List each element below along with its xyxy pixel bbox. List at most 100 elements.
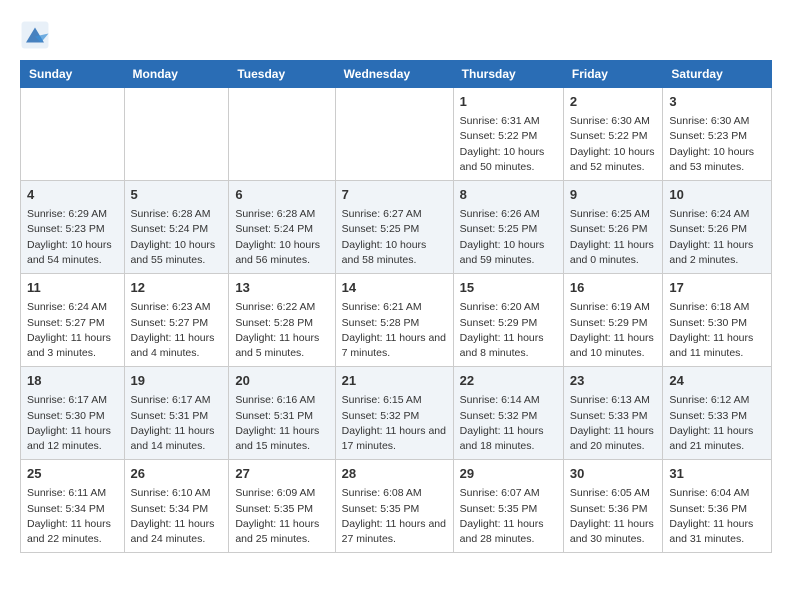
day-cell: 26 Sunrise: 6:10 AMSunset: 5:34 PMDayligh… bbox=[124, 460, 229, 553]
day-number: 21 bbox=[342, 372, 447, 390]
day-info: Sunrise: 6:18 AMSunset: 5:30 PMDaylight:… bbox=[669, 300, 765, 361]
day-cell: 19 Sunrise: 6:17 AMSunset: 5:31 PMDayligh… bbox=[124, 367, 229, 460]
day-cell: 24 Sunrise: 6:12 AMSunset: 5:33 PMDayligh… bbox=[663, 367, 772, 460]
day-info: Sunrise: 6:21 AMSunset: 5:28 PMDaylight:… bbox=[342, 300, 447, 361]
day-number: 6 bbox=[235, 186, 328, 204]
day-cell: 17 Sunrise: 6:18 AMSunset: 5:30 PMDayligh… bbox=[663, 274, 772, 367]
page-header bbox=[20, 20, 772, 50]
day-cell: 14 Sunrise: 6:21 AMSunset: 5:28 PMDayligh… bbox=[335, 274, 453, 367]
day-number: 16 bbox=[570, 279, 657, 297]
day-number: 13 bbox=[235, 279, 328, 297]
day-info: Sunrise: 6:09 AMSunset: 5:35 PMDaylight:… bbox=[235, 486, 328, 547]
logo-icon bbox=[20, 20, 50, 50]
day-cell: 12 Sunrise: 6:23 AMSunset: 5:27 PMDayligh… bbox=[124, 274, 229, 367]
day-info: Sunrise: 6:16 AMSunset: 5:31 PMDaylight:… bbox=[235, 393, 328, 454]
day-number: 2 bbox=[570, 93, 657, 111]
day-info: Sunrise: 6:04 AMSunset: 5:36 PMDaylight:… bbox=[669, 486, 765, 547]
day-number: 11 bbox=[27, 279, 118, 297]
day-number: 17 bbox=[669, 279, 765, 297]
day-number: 1 bbox=[460, 93, 557, 111]
day-cell: 31 Sunrise: 6:04 AMSunset: 5:36 PMDayligh… bbox=[663, 460, 772, 553]
day-number: 26 bbox=[131, 465, 223, 483]
day-number: 22 bbox=[460, 372, 557, 390]
week-row-1: 1 Sunrise: 6:31 AMSunset: 5:22 PMDaylight… bbox=[21, 88, 772, 181]
col-header-saturday: Saturday bbox=[663, 61, 772, 88]
day-cell: 29Sunrise: 6:07 AMSunset: 5:35 PMDayligh… bbox=[453, 460, 563, 553]
day-cell: 27 Sunrise: 6:09 AMSunset: 5:35 PMDayligh… bbox=[229, 460, 335, 553]
day-number: 24 bbox=[669, 372, 765, 390]
day-number: 9 bbox=[570, 186, 657, 204]
day-number: 25 bbox=[27, 465, 118, 483]
day-cell: 30 Sunrise: 6:05 AMSunset: 5:36 PMDayligh… bbox=[563, 460, 663, 553]
day-info: Sunrise: 6:12 AMSunset: 5:33 PMDaylight:… bbox=[669, 393, 765, 454]
day-cell: 23Sunrise: 6:13 AMSunset: 5:33 PMDayligh… bbox=[563, 367, 663, 460]
day-info: Sunrise: 6:26 AMSunset: 5:25 PMDaylight:… bbox=[460, 207, 557, 268]
day-number: 3 bbox=[669, 93, 765, 111]
day-number: 7 bbox=[342, 186, 447, 204]
logo bbox=[20, 20, 54, 50]
col-header-tuesday: Tuesday bbox=[229, 61, 335, 88]
day-number: 23 bbox=[570, 372, 657, 390]
day-cell: 21Sunrise: 6:15 AMSunset: 5:32 PMDayligh… bbox=[335, 367, 453, 460]
day-number: 20 bbox=[235, 372, 328, 390]
calendar-table: SundayMondayTuesdayWednesdayThursdayFrid… bbox=[20, 60, 772, 553]
day-info: Sunrise: 6:24 AMSunset: 5:26 PMDaylight:… bbox=[669, 207, 765, 268]
day-cell: 10 Sunrise: 6:24 AMSunset: 5:26 PMDayligh… bbox=[663, 181, 772, 274]
day-number: 31 bbox=[669, 465, 765, 483]
day-cell bbox=[21, 88, 125, 181]
day-info: Sunrise: 6:31 AMSunset: 5:22 PMDaylight:… bbox=[460, 114, 557, 175]
day-number: 15 bbox=[460, 279, 557, 297]
day-cell: 1 Sunrise: 6:31 AMSunset: 5:22 PMDaylight… bbox=[453, 88, 563, 181]
day-cell bbox=[124, 88, 229, 181]
day-number: 30 bbox=[570, 465, 657, 483]
week-row-5: 25 Sunrise: 6:11 AMSunset: 5:34 PMDayligh… bbox=[21, 460, 772, 553]
day-number: 19 bbox=[131, 372, 223, 390]
day-cell: 4 Sunrise: 6:29 AMSunset: 5:23 PMDaylight… bbox=[21, 181, 125, 274]
day-cell: 15Sunrise: 6:20 AMSunset: 5:29 PMDayligh… bbox=[453, 274, 563, 367]
col-header-friday: Friday bbox=[563, 61, 663, 88]
day-info: Sunrise: 6:30 AMSunset: 5:22 PMDaylight:… bbox=[570, 114, 657, 175]
day-cell: 2 Sunrise: 6:30 AMSunset: 5:22 PMDaylight… bbox=[563, 88, 663, 181]
day-info: Sunrise: 6:28 AMSunset: 5:24 PMDaylight:… bbox=[235, 207, 328, 268]
day-cell bbox=[229, 88, 335, 181]
day-number: 27 bbox=[235, 465, 328, 483]
day-cell: 28 Sunrise: 6:08 AMSunset: 5:35 PMDayligh… bbox=[335, 460, 453, 553]
day-cell bbox=[335, 88, 453, 181]
day-number: 12 bbox=[131, 279, 223, 297]
day-cell: 7 Sunrise: 6:27 AMSunset: 5:25 PMDaylight… bbox=[335, 181, 453, 274]
day-number: 5 bbox=[131, 186, 223, 204]
day-info: Sunrise: 6:24 AMSunset: 5:27 PMDaylight:… bbox=[27, 300, 118, 361]
day-number: 18 bbox=[27, 372, 118, 390]
day-info: Sunrise: 6:27 AMSunset: 5:25 PMDaylight:… bbox=[342, 207, 447, 268]
day-info: Sunrise: 6:07 AMSunset: 5:35 PMDaylight:… bbox=[460, 486, 557, 547]
col-header-thursday: Thursday bbox=[453, 61, 563, 88]
col-header-sunday: Sunday bbox=[21, 61, 125, 88]
day-info: Sunrise: 6:23 AMSunset: 5:27 PMDaylight:… bbox=[131, 300, 223, 361]
day-number: 28 bbox=[342, 465, 447, 483]
day-cell: 13Sunrise: 6:22 AMSunset: 5:28 PMDayligh… bbox=[229, 274, 335, 367]
day-cell: 18 Sunrise: 6:17 AMSunset: 5:30 PMDayligh… bbox=[21, 367, 125, 460]
col-header-wednesday: Wednesday bbox=[335, 61, 453, 88]
day-number: 8 bbox=[460, 186, 557, 204]
day-info: Sunrise: 6:19 AMSunset: 5:29 PMDaylight:… bbox=[570, 300, 657, 361]
day-cell: 5 Sunrise: 6:28 AMSunset: 5:24 PMDaylight… bbox=[124, 181, 229, 274]
day-info: Sunrise: 6:10 AMSunset: 5:34 PMDaylight:… bbox=[131, 486, 223, 547]
day-info: Sunrise: 6:14 AMSunset: 5:32 PMDaylight:… bbox=[460, 393, 557, 454]
day-info: Sunrise: 6:11 AMSunset: 5:34 PMDaylight:… bbox=[27, 486, 118, 547]
day-info: Sunrise: 6:08 AMSunset: 5:35 PMDaylight:… bbox=[342, 486, 447, 547]
day-info: Sunrise: 6:17 AMSunset: 5:30 PMDaylight:… bbox=[27, 393, 118, 454]
day-info: Sunrise: 6:30 AMSunset: 5:23 PMDaylight:… bbox=[669, 114, 765, 175]
day-number: 4 bbox=[27, 186, 118, 204]
day-cell: 9Sunrise: 6:25 AMSunset: 5:26 PMDaylight… bbox=[563, 181, 663, 274]
week-row-4: 18 Sunrise: 6:17 AMSunset: 5:30 PMDayligh… bbox=[21, 367, 772, 460]
day-info: Sunrise: 6:28 AMSunset: 5:24 PMDaylight:… bbox=[131, 207, 223, 268]
week-row-2: 4 Sunrise: 6:29 AMSunset: 5:23 PMDaylight… bbox=[21, 181, 772, 274]
day-info: Sunrise: 6:29 AMSunset: 5:23 PMDaylight:… bbox=[27, 207, 118, 268]
header-row: SundayMondayTuesdayWednesdayThursdayFrid… bbox=[21, 61, 772, 88]
day-info: Sunrise: 6:17 AMSunset: 5:31 PMDaylight:… bbox=[131, 393, 223, 454]
day-number: 10 bbox=[669, 186, 765, 204]
day-info: Sunrise: 6:05 AMSunset: 5:36 PMDaylight:… bbox=[570, 486, 657, 547]
week-row-3: 11 Sunrise: 6:24 AMSunset: 5:27 PMDayligh… bbox=[21, 274, 772, 367]
day-number: 14 bbox=[342, 279, 447, 297]
day-cell: 22 Sunrise: 6:14 AMSunset: 5:32 PMDayligh… bbox=[453, 367, 563, 460]
